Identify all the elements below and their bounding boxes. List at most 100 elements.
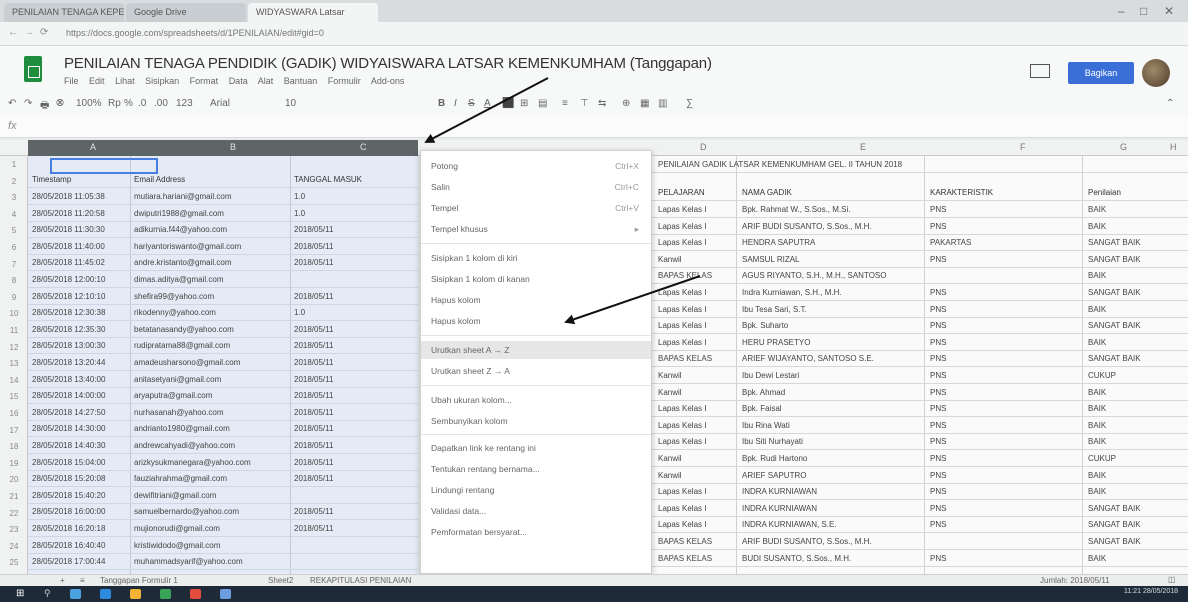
table-cell[interactable]: 28/05/2018 13:40:00 bbox=[32, 375, 128, 387]
table-cell[interactable]: rudipratama88@gmail.com bbox=[134, 341, 288, 353]
table-cell[interactable]: 2018/05/11 bbox=[294, 292, 414, 304]
table-cell[interactable]: 1.0 bbox=[294, 308, 414, 320]
table-row[interactable]: 28/05/2018 13:20:44 amadeusharsono@gmail.… bbox=[28, 356, 418, 371]
row-number[interactable]: 11 bbox=[0, 326, 28, 335]
table-cell[interactable] bbox=[294, 557, 414, 569]
table-cell[interactable]: SANGAT BAIK bbox=[1088, 354, 1184, 366]
row-number[interactable]: 22 bbox=[0, 509, 28, 518]
menu-data[interactable]: Data bbox=[229, 76, 248, 86]
paint-format-icon[interactable]: ⮿ bbox=[56, 98, 64, 109]
table-cell[interactable]: 2018/05/11 bbox=[294, 474, 414, 486]
share-button[interactable]: Bagikan bbox=[1068, 62, 1134, 84]
context-menu-item[interactable]: Potong Ctrl+X bbox=[421, 157, 651, 175]
row-number[interactable]: 7 bbox=[0, 260, 28, 269]
table-cell[interactable]: 2018/05/11 bbox=[294, 258, 414, 270]
reload-icon[interactable]: ⟳ bbox=[40, 27, 48, 38]
table-cell[interactable]: PNS bbox=[930, 321, 1078, 333]
row-number[interactable]: 19 bbox=[0, 459, 28, 468]
chrome-icon[interactable] bbox=[190, 589, 201, 599]
table-cell[interactable]: Bpk. Faisal bbox=[742, 404, 920, 416]
table-cell[interactable]: dewifitriani@gmail.com bbox=[134, 491, 288, 503]
table-cell[interactable]: BAIK bbox=[1088, 404, 1184, 416]
sheet-list-icon[interactable]: ≡ bbox=[80, 576, 85, 585]
table-row[interactable]: Kanwil ARIEF SAPUTRO PNS BAIK bbox=[652, 469, 1188, 484]
table-row[interactable]: Lapas Kelas I Bpk. Faisal PNS BAIK bbox=[652, 402, 1188, 418]
currency-button[interactable]: Rp bbox=[108, 98, 121, 109]
add-sheet-button[interactable]: + bbox=[60, 576, 65, 585]
url-input[interactable]: https://docs.google.com/spreadsheets/d/1… bbox=[60, 26, 1150, 42]
back-icon[interactable]: ← bbox=[8, 27, 18, 38]
comments-icon[interactable] bbox=[1030, 64, 1050, 78]
table-cell[interactable]: ARIF BUDI SUSANTO, S.Sos., M.H. bbox=[742, 537, 920, 549]
table-cell[interactable]: Ibu Tesa Sari, S.T. bbox=[742, 305, 920, 317]
table-row[interactable]: 28/05/2018 13:40:00 anitasetyani@gmail.co… bbox=[28, 373, 418, 388]
zoom-select[interactable]: 100% bbox=[76, 98, 102, 109]
table-cell[interactable]: 28/05/2018 11:30:30 bbox=[32, 225, 128, 237]
row-number[interactable]: 9 bbox=[0, 293, 28, 302]
table-row[interactable]: Kanwil Bpk. Rudi Hartono PNS CUKUP bbox=[652, 452, 1188, 467]
table-cell[interactable]: BAIK bbox=[1088, 205, 1184, 217]
row-number[interactable]: 15 bbox=[0, 392, 28, 401]
table-cell[interactable]: Ibu Siti Nurhayati bbox=[742, 437, 920, 449]
context-menu-item[interactable]: Tentukan rentang bernama... bbox=[421, 460, 651, 478]
table-cell[interactable]: SANGAT BAIK bbox=[1088, 520, 1184, 532]
table-cell[interactable]: SANGAT BAIK bbox=[1088, 288, 1184, 300]
browser-tab[interactable]: PENILAIAN TENAGA KEPENDIDIKAN bbox=[4, 3, 124, 22]
table-cell[interactable]: hariyantoriswanto@gmail.com bbox=[134, 242, 288, 254]
table-row[interactable]: 28/05/2018 15:20:08 fauziahrahma@gmail.co… bbox=[28, 472, 418, 488]
table-row[interactable]: BAPAS KELAS ARIF BUDI SUSANTO, S.Sos., M.… bbox=[652, 535, 1188, 550]
table-cell[interactable]: 2018/05/11 bbox=[294, 341, 414, 353]
column-header[interactable]: C bbox=[360, 142, 367, 152]
table-cell[interactable]: Bpk. Rudi Hartono bbox=[742, 454, 920, 466]
table-cell[interactable]: ARIF BUDI SUSANTO, S.Sos., M.H. bbox=[742, 222, 920, 234]
table-row[interactable]: 28/05/2018 12:30:38 rikodenny@yahoo.com 1.… bbox=[28, 306, 418, 322]
undo-icon[interactable]: ↶ bbox=[8, 98, 16, 109]
column-header[interactable]: E bbox=[860, 142, 866, 152]
table-cell[interactable]: nurhasanah@yahoo.com bbox=[134, 408, 288, 420]
table-row[interactable]: Lapas Kelas I HENDRA SAPUTRA PAKARTAS SANGA… bbox=[652, 236, 1188, 252]
context-menu-item[interactable]: Dapatkan link ke rentang ini bbox=[421, 439, 651, 457]
row-number[interactable]: 21 bbox=[0, 492, 28, 501]
table-row[interactable]: Lapas Kelas I ARIF BUDI SUSANTO, S.Sos., … bbox=[652, 220, 1188, 235]
menu-insert[interactable]: Sisipkan bbox=[145, 76, 179, 86]
column-header[interactable]: G bbox=[1120, 142, 1127, 152]
table-row[interactable]: BAPAS KELAS AGUS RIYANTO, S.H., M.H., SAN… bbox=[652, 269, 1188, 285]
context-menu-item[interactable]: Pemformatan bersyarat... bbox=[421, 523, 651, 541]
column-header[interactable]: B bbox=[230, 142, 236, 152]
table-cell[interactable]: BAIK bbox=[1088, 305, 1184, 317]
table-row[interactable]: Lapas Kelas I Ibu Rina Wati PNS BAIK bbox=[652, 419, 1188, 434]
sheet-tab-active[interactable]: Tanggapan Formulir 1 bbox=[100, 576, 260, 585]
table-row[interactable]: Lapas Kelas I Bpk. Rahmat W., S.Sos., M.S… bbox=[652, 203, 1188, 218]
table-cell[interactable]: PNS bbox=[930, 388, 1078, 400]
table-cell[interactable]: BAIK bbox=[1088, 388, 1184, 400]
redo-icon[interactable]: ↷ bbox=[24, 98, 32, 109]
row-number[interactable]: 12 bbox=[0, 343, 28, 352]
avatar[interactable] bbox=[1142, 59, 1170, 87]
row-number[interactable]: 23 bbox=[0, 525, 28, 534]
context-menu-item[interactable]: Validasi data... bbox=[421, 502, 651, 520]
table-cell[interactable]: SANGAT BAIK bbox=[1088, 255, 1184, 267]
table-cell[interactable]: 2018/05/11 bbox=[294, 441, 414, 453]
column-header[interactable]: H bbox=[1170, 142, 1177, 152]
table-cell[interactable]: dimas.aditya@gmail.com bbox=[134, 275, 288, 287]
insert-chart-icon[interactable]: ▦ bbox=[640, 98, 649, 109]
windows-start-icon[interactable]: ⊞ bbox=[16, 588, 24, 599]
table-row[interactable]: Lapas Kelas I Ibu Tesa Sari, S.T. PNS BAIK bbox=[652, 303, 1188, 318]
table-cell[interactable]: 28/05/2018 11:20:58 bbox=[32, 209, 128, 221]
table-cell[interactable]: Indra Kurniawan, S.H., M.H. bbox=[742, 288, 920, 300]
borders-icon[interactable]: ⊞ bbox=[520, 98, 528, 109]
decimal-decrease-button[interactable]: .0 bbox=[138, 98, 146, 109]
sheet-banner-title[interactable]: PENILAIAN GADIK LATSAR KEMENKUMHAM GEL. … bbox=[652, 158, 1188, 173]
table-cell[interactable]: mujionorudi@gmail.com bbox=[134, 524, 288, 536]
table-cell[interactable]: PNS bbox=[930, 404, 1078, 416]
table-cell[interactable]: CUKUP bbox=[1088, 371, 1184, 383]
table-cell[interactable]: 28/05/2018 14:40:30 bbox=[32, 441, 128, 453]
functions-icon[interactable]: ∑ bbox=[686, 98, 693, 109]
table-cell[interactable]: PNS bbox=[930, 554, 1078, 566]
table-cell[interactable]: 28/05/2018 14:27:50 bbox=[32, 408, 128, 420]
table-row[interactable]: 28/05/2018 16:20:18 mujionorudi@gmail.com… bbox=[28, 522, 418, 537]
row-number[interactable]: 20 bbox=[0, 475, 28, 484]
column-header[interactable]: D bbox=[700, 142, 707, 152]
table-row[interactable]: Lapas Kelas I INDRA KURNIAWAN, S.E. PNS SAN… bbox=[652, 518, 1188, 534]
sheet-tab[interactable]: Sheet2 bbox=[268, 576, 293, 585]
